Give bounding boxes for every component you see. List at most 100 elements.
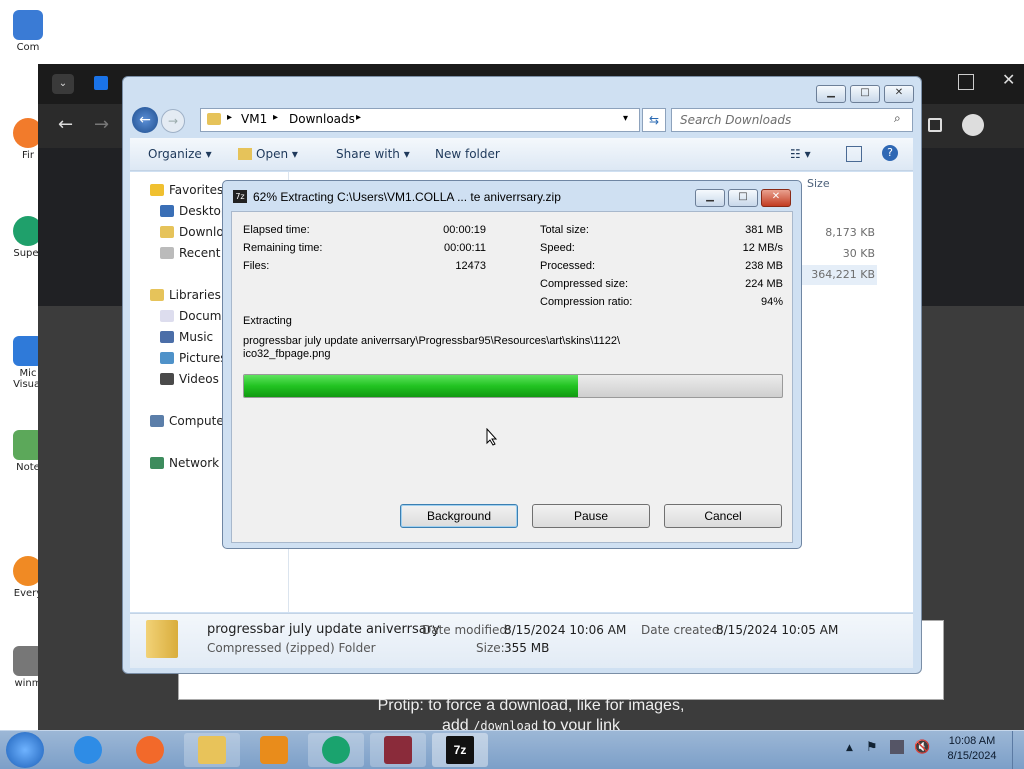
- super-icon: [322, 736, 350, 764]
- show-hidden-icons-icon[interactable]: ▲: [846, 743, 853, 753]
- refresh-icon[interactable]: ⇆: [642, 108, 666, 132]
- forward-button[interactable]: →: [161, 109, 185, 133]
- organize-button[interactable]: Organize ▾: [148, 147, 212, 161]
- dialog-body: Elapsed time: 00:00:19 Remaining time: 0…: [231, 211, 793, 543]
- total-size-value: 381 MB: [745, 224, 783, 236]
- current-file-path: progressbar july update aniverrsary\Prog…: [243, 335, 621, 347]
- search-icon: ⌕: [894, 111, 901, 125]
- open-icon: [238, 148, 252, 160]
- files-value: 12473: [455, 260, 486, 272]
- maximize-button[interactable]: □: [850, 85, 880, 103]
- maximize-icon[interactable]: [958, 74, 974, 90]
- taskbar-ie[interactable]: [60, 733, 116, 767]
- network-tray-icon[interactable]: [890, 740, 904, 754]
- document-tool-icon: [384, 736, 412, 764]
- forward-icon[interactable]: →: [94, 114, 109, 135]
- profile-icon[interactable]: [962, 114, 984, 136]
- taskbar: 7z ▲ ⚑ 🔇 10:08 AM 8/15/2024: [0, 730, 1024, 769]
- taskbar-document-tool[interactable]: [370, 733, 426, 767]
- computer-icon: [13, 10, 43, 40]
- sidebar-label: Libraries: [169, 288, 221, 302]
- preview-pane-icon[interactable]: [846, 146, 862, 162]
- progress-bar: [243, 374, 783, 398]
- view-options-icon[interactable]: ☷ ▾: [790, 147, 811, 161]
- detail-size: 355 MB: [504, 641, 550, 655]
- file-size: 364,221 KB: [811, 268, 875, 281]
- chevron-down-icon[interactable]: ▾: [623, 113, 628, 124]
- recent-icon: [160, 247, 174, 259]
- elapsed-value: 00:00:19: [443, 224, 486, 236]
- close-icon[interactable]: ✕: [1002, 70, 1015, 89]
- current-file-name: ico32_fbpage.png: [243, 348, 331, 360]
- protip-line-1: Protip: to force a download, like for im…: [377, 697, 685, 714]
- sidebar-label: Network: [169, 456, 220, 470]
- share-with-label: Share with: [336, 147, 400, 161]
- help-icon[interactable]: ?: [882, 145, 898, 161]
- detail-date-created: 8/15/2024 10:05 AM: [716, 623, 839, 637]
- chevron-down-icon[interactable]: ⌄: [52, 74, 74, 94]
- compression-ratio-value: 94%: [760, 296, 783, 308]
- action-center-flag-icon[interactable]: ⚑: [866, 740, 878, 755]
- volume-muted-icon[interactable]: 🔇: [914, 740, 930, 755]
- sidebar-icon[interactable]: [928, 118, 942, 132]
- 7zip-icon: 7z: [446, 736, 474, 764]
- music-icon: [160, 331, 174, 343]
- dialog-maximize-button[interactable]: □: [728, 189, 758, 207]
- taskbar-super[interactable]: [308, 733, 364, 767]
- sidebar-label: Music: [179, 330, 214, 344]
- breadcrumb-downloads[interactable]: Downloads: [289, 112, 355, 126]
- firefox-icon: [136, 736, 164, 764]
- taskbar-explorer[interactable]: [184, 733, 240, 767]
- detail-type: Compressed (zipped) Folder: [207, 641, 376, 655]
- show-desktop-button[interactable]: [1012, 731, 1024, 769]
- files-label: Files:: [243, 260, 270, 272]
- pause-button[interactable]: Pause: [532, 504, 650, 528]
- detail-size-label: Size:: [476, 641, 505, 655]
- back-button[interactable]: ←: [132, 107, 158, 133]
- dialog-minimize-button[interactable]: ▁: [695, 189, 725, 207]
- taskbar-7zip[interactable]: 7z: [432, 733, 488, 767]
- downloads-icon: [160, 226, 174, 238]
- taskbar-firefox[interactable]: [122, 733, 178, 767]
- speed-value: 12 MB/s: [742, 242, 783, 254]
- breadcrumb-vm1[interactable]: VM1: [241, 112, 267, 126]
- dialog-close-button[interactable]: ✕: [761, 189, 791, 207]
- share-with-button[interactable]: Share with ▾: [336, 147, 410, 161]
- compression-ratio-label: Compression ratio:: [540, 296, 633, 308]
- minimize-button[interactable]: ▁: [816, 85, 846, 103]
- cancel-button[interactable]: Cancel: [664, 504, 782, 528]
- background-button[interactable]: Background: [400, 504, 518, 528]
- desktop-icon: [160, 205, 174, 217]
- detail-date-modified: 8/15/2024 10:06 AM: [504, 623, 627, 637]
- search-box[interactable]: Search Downloads ⌕: [671, 108, 913, 132]
- remaining-label: Remaining time:: [243, 242, 323, 254]
- detail-name: progressbar july update aniverrsary: [207, 622, 440, 637]
- command-bar: Organize ▾ Open ▾ Share with ▾ New folde…: [130, 138, 913, 171]
- dropbox-icon: [94, 76, 108, 90]
- close-button[interactable]: ✕: [884, 85, 914, 103]
- speed-label: Speed:: [540, 242, 575, 254]
- media-player-icon: [260, 736, 288, 764]
- pictures-icon: [160, 352, 174, 364]
- organize-label: Organize: [148, 147, 202, 161]
- status-label: Extracting: [243, 315, 292, 327]
- start-button[interactable]: [6, 732, 44, 768]
- computer-icon: [150, 415, 164, 427]
- desktop-icon-computer[interactable]: Com: [8, 10, 48, 53]
- column-header-size[interactable]: Size: [807, 177, 830, 190]
- clock-time: 10:08 AM: [948, 735, 996, 747]
- taskbar-media[interactable]: [246, 733, 302, 767]
- internet-explorer-icon: [74, 736, 102, 764]
- clock-date: 8/15/2024: [947, 750, 997, 762]
- total-size-label: Total size:: [540, 224, 589, 236]
- videos-icon: [160, 373, 174, 385]
- back-icon[interactable]: ←: [58, 114, 73, 135]
- new-folder-button[interactable]: New folder: [435, 147, 500, 161]
- 7zip-icon: 7z: [233, 190, 247, 203]
- system-clock[interactable]: 10:08 AM 8/15/2024: [940, 734, 1004, 764]
- star-icon: [150, 184, 164, 196]
- compressed-size-label: Compressed size:: [540, 278, 629, 290]
- address-bar[interactable]: ▸ VM1 ▸ Downloads ▸ ▾: [200, 108, 640, 132]
- file-size: 8,173 KB: [825, 226, 875, 239]
- open-button[interactable]: Open ▾: [238, 147, 298, 161]
